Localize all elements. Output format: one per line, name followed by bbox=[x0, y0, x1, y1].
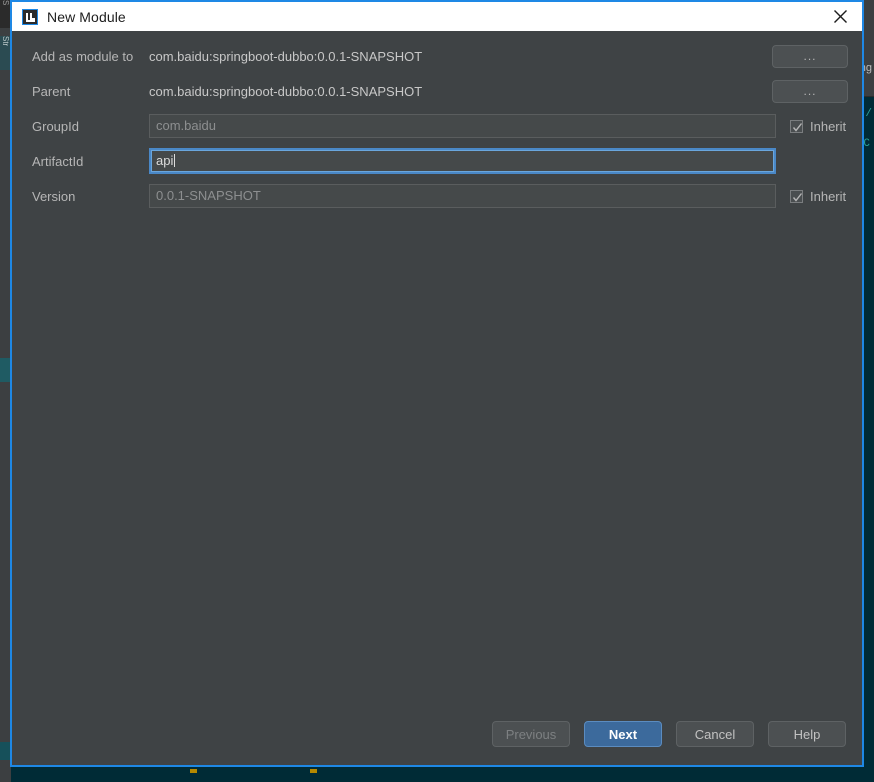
ide-code-marker-2 bbox=[310, 769, 317, 773]
version-input[interactable]: 0.0.1-SNAPSHOT bbox=[149, 184, 776, 208]
browse-button-add-as-module-to[interactable]: ... bbox=[772, 44, 848, 68]
inherit-groupid-checkbox[interactable]: Inherit bbox=[790, 119, 846, 134]
label-version: Version bbox=[32, 188, 76, 204]
label-artifactid: ArtifactId bbox=[32, 153, 84, 169]
form-row-groupid: GroupId com.baidu Inherit bbox=[12, 113, 862, 139]
dialog-button-row: Previous Next Cancel Help bbox=[492, 721, 846, 747]
dialog-footer: Previous Next Cancel Help bbox=[12, 711, 862, 765]
previous-button[interactable]: Previous bbox=[492, 721, 570, 747]
label-parent: Parent bbox=[32, 83, 71, 99]
text-caret bbox=[174, 154, 176, 167]
checkbox-checked-icon bbox=[790, 119, 803, 133]
artifactid-input-text: api bbox=[156, 153, 174, 168]
dialog-title: New Module bbox=[47, 8, 126, 25]
checkbox-checked-icon bbox=[790, 189, 803, 203]
form-row-add-as-module-to: Add as module to com.baidu:springboot-du… bbox=[12, 43, 862, 69]
cancel-button[interactable]: Cancel bbox=[676, 721, 754, 747]
form-row-parent: Parent com.baidu:springboot-dubbo:0.0.1-… bbox=[12, 78, 862, 104]
groupid-input[interactable]: com.baidu bbox=[149, 114, 776, 138]
next-button[interactable]: Next bbox=[584, 721, 662, 747]
code-fragment-1: / bbox=[865, 108, 872, 120]
label-add-as-module-to: Add as module to bbox=[32, 48, 134, 64]
inherit-groupid-label: Inherit bbox=[810, 118, 847, 134]
ide-code-marker-1 bbox=[190, 769, 197, 773]
browse-button-parent[interactable]: ... bbox=[772, 79, 848, 103]
help-button[interactable]: Help bbox=[768, 721, 846, 747]
form-row-version: Version 0.0.1-SNAPSHOT Inherit bbox=[12, 183, 862, 209]
new-module-dialog: New Module Add as module to com.baidu:sp… bbox=[10, 0, 864, 767]
label-groupid: GroupId bbox=[32, 118, 79, 134]
close-icon[interactable] bbox=[818, 1, 862, 32]
artifactid-input[interactable]: api bbox=[149, 148, 776, 174]
inherit-version-label: Inherit bbox=[810, 188, 847, 204]
inherit-version-checkbox[interactable]: Inherit bbox=[790, 189, 846, 204]
form-row-artifactid: ArtifactId api bbox=[12, 148, 862, 174]
code-fragment-2: C bbox=[863, 138, 870, 150]
value-parent: com.baidu:springboot-dubbo:0.0.1-SNAPSHO… bbox=[149, 83, 423, 99]
ide-bottom-editor-area bbox=[11, 766, 855, 782]
dialog-form: Add as module to com.baidu:springboot-du… bbox=[12, 31, 862, 711]
dialog-title-bar: New Module bbox=[12, 0, 862, 31]
value-add-as-module-to: com.baidu:springboot-dubbo:0.0.1-SNAPSHO… bbox=[149, 48, 423, 64]
intellij-idea-icon bbox=[22, 8, 38, 25]
